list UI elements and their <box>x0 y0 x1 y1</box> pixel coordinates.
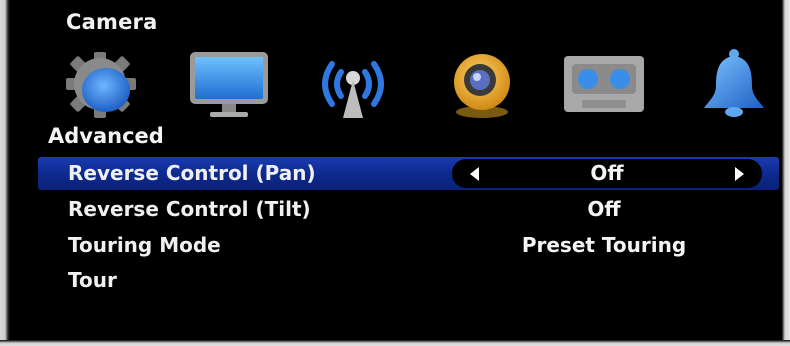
wireless-icon[interactable] <box>310 46 396 122</box>
arrow-right-icon[interactable] <box>735 167 744 181</box>
monitor-icon[interactable] <box>186 46 272 122</box>
menu-row-reverse-tilt[interactable]: Reverse Control (Tilt) Off <box>38 193 778 227</box>
webcam-icon[interactable] <box>442 46 528 122</box>
menu-row-value: Off <box>590 161 624 185</box>
bezel-bottom <box>0 340 790 346</box>
gear-icon[interactable] <box>56 46 142 122</box>
menu-row-label: Touring Mode <box>68 233 221 257</box>
menu-row-reverse-pan[interactable]: Reverse Control (Pan) Off <box>38 157 779 190</box>
category-icon-bar <box>0 46 790 122</box>
menu-row-label: Reverse Control (Tilt) <box>68 197 311 221</box>
menu-row-touring-mode[interactable]: Touring Mode Preset Touring <box>38 229 778 263</box>
menu-row-label: Reverse Control (Pan) <box>68 161 316 185</box>
menu-row-tour[interactable]: Tour <box>38 264 778 298</box>
page-title: Camera <box>66 10 158 34</box>
dvr-menu-screen: Camera Advanced Reverse Control (Pan) Of… <box>0 0 790 346</box>
section-heading: Advanced <box>48 124 164 148</box>
tape-icon[interactable] <box>560 46 646 122</box>
menu-row-value: Preset Touring <box>521 233 687 257</box>
menu-row-label: Tour <box>68 268 117 292</box>
menu-row-value: Off <box>587 197 621 221</box>
value-selector[interactable]: Off <box>452 159 762 188</box>
bell-icon[interactable] <box>690 46 776 122</box>
